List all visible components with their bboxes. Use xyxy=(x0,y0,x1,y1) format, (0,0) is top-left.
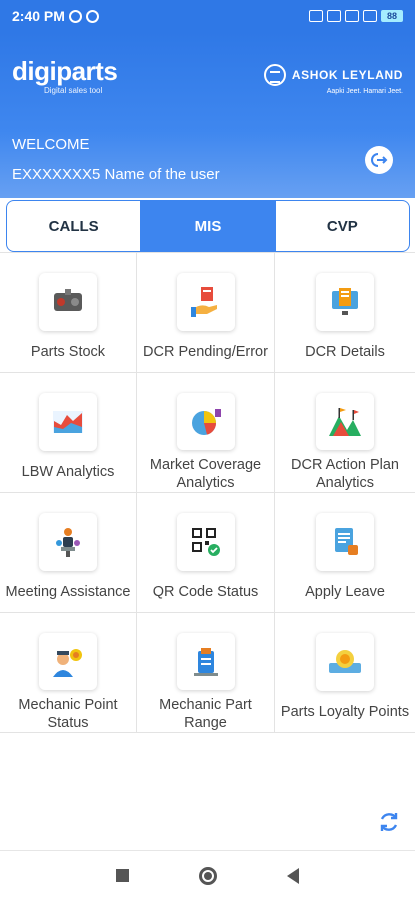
tab-calls[interactable]: CALLS xyxy=(7,201,140,251)
tile-parts-stock[interactable]: Parts Stock xyxy=(0,253,137,373)
mechanic-medal-icon xyxy=(39,633,97,690)
sim-icon xyxy=(327,10,341,22)
status-bar: 2:40 PM 88 xyxy=(0,0,415,32)
monitor-report-icon xyxy=(316,273,374,331)
tile-label: DCR Pending/Error xyxy=(143,344,268,360)
tile-dcr-pending-error[interactable]: DCR Pending/Error xyxy=(137,253,275,373)
tile-label: QR Code Status xyxy=(152,584,259,600)
user-name: EXXXXXXX5 Name of the user xyxy=(12,166,220,183)
qr-code-icon xyxy=(176,513,235,571)
tile-label: Parts Stock xyxy=(30,344,106,360)
tile-label: Mechanic Point Status xyxy=(18,697,118,731)
wifi-icon xyxy=(309,10,323,22)
leave-document-icon xyxy=(316,513,374,571)
tile-dcr-action-plan-analytics[interactable]: DCR Action Plan Analytics xyxy=(275,373,415,493)
tile-parts-loyalty-points[interactable]: Parts Loyalty Points xyxy=(275,613,415,733)
welcome-text: WELCOME xyxy=(12,136,90,153)
tile-lbw-analytics[interactable]: LBW Analytics xyxy=(0,373,137,493)
refresh-button[interactable] xyxy=(377,810,401,839)
tile-label: Market Coverage Analytics xyxy=(149,457,262,491)
pending-hand-icon xyxy=(176,273,235,331)
main-tabs: CALLS MIS CVP xyxy=(6,200,410,252)
tile-mechanic-part-range[interactable]: Mechanic Part Range xyxy=(137,613,275,733)
status-time: 2:40 PM xyxy=(12,8,65,24)
mis-tile-grid: Parts Stock DCR Pending/Error DCR Detail… xyxy=(0,252,415,733)
ashok-leyland-icon xyxy=(263,64,286,86)
tile-label: LBW Analytics xyxy=(21,464,115,480)
brand-logo: ASHOK LEYLAND xyxy=(263,64,403,86)
tile-label: Mechanic Part Range xyxy=(159,697,252,731)
signal-icon xyxy=(345,10,359,22)
recent-apps-icon[interactable] xyxy=(116,869,129,882)
pie-chart-icon xyxy=(176,393,235,450)
notification-icon xyxy=(68,9,82,23)
tab-cvp[interactable]: CVP xyxy=(274,201,409,251)
tile-label: Apply Leave xyxy=(305,584,385,600)
logout-icon xyxy=(371,153,388,167)
logout-button[interactable] xyxy=(365,146,393,174)
meeting-people-icon xyxy=(39,513,97,571)
tile-dcr-details[interactable]: DCR Details xyxy=(275,253,415,373)
tile-qr-code-status[interactable]: QR Code Status xyxy=(137,493,275,613)
system-nav-bar xyxy=(0,850,415,900)
tile-label: Meeting Assistance xyxy=(5,584,131,600)
app-tagline: Digital sales tool xyxy=(44,86,103,95)
loyalty-ribbon-icon xyxy=(316,633,374,691)
area-chart-icon xyxy=(39,393,97,451)
tile-apply-leave[interactable]: Apply Leave xyxy=(275,493,415,613)
home-icon[interactable] xyxy=(199,866,217,885)
signal-icon xyxy=(363,10,377,22)
battery-icon: 88 xyxy=(381,10,403,22)
tile-mechanic-point-status[interactable]: Mechanic Point Status xyxy=(0,613,137,733)
engine-parts-icon xyxy=(39,273,97,331)
notification-icon xyxy=(85,9,99,23)
tile-market-coverage-analytics[interactable]: Market Coverage Analytics xyxy=(137,373,275,493)
tile-label: Parts Loyalty Points xyxy=(280,704,410,720)
tile-label: DCR Action Plan Analytics xyxy=(291,457,399,491)
tab-mis[interactable]: MIS xyxy=(140,201,275,251)
refresh-icon xyxy=(380,813,398,831)
tile-meeting-assistance[interactable]: Meeting Assistance xyxy=(0,493,137,613)
brand-name: ASHOK LEYLAND xyxy=(291,68,403,82)
brand-tagline: Aapki Jeet. Hamari Jeet. xyxy=(326,88,403,95)
tile-label: DCR Details xyxy=(305,344,385,360)
app-header: digiparts Digital sales tool ASHOK LEYLA… xyxy=(0,32,415,198)
mountain-flags-icon xyxy=(316,393,374,450)
part-range-icon xyxy=(176,633,235,690)
app-logo: digiparts xyxy=(12,56,118,86)
back-icon[interactable] xyxy=(287,867,299,884)
